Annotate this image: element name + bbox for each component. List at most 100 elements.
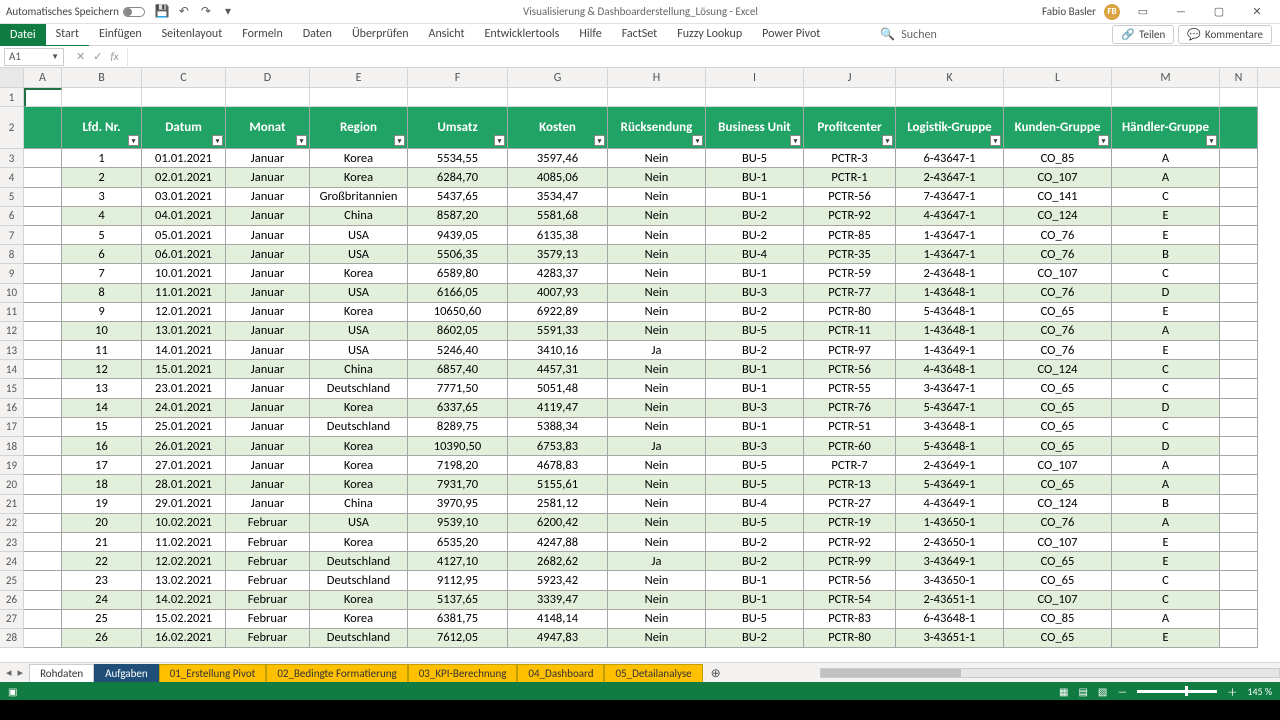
cell[interactable] bbox=[1220, 264, 1258, 283]
cancel-fx-icon[interactable]: ✕ bbox=[76, 50, 85, 63]
data-cell[interactable]: 5-43648-1 bbox=[896, 303, 1004, 322]
data-cell[interactable]: CO_76 bbox=[1004, 341, 1112, 360]
data-cell[interactable]: PCTR-54 bbox=[804, 591, 896, 610]
data-cell[interactable]: CO_107 bbox=[1004, 456, 1112, 475]
data-cell[interactable]: Korea bbox=[310, 437, 408, 456]
tab-hilfe[interactable]: Hilfe bbox=[569, 23, 611, 47]
data-cell[interactable]: 3-43651-1 bbox=[896, 629, 1004, 648]
data-cell[interactable]: BU-1 bbox=[706, 188, 804, 207]
data-cell[interactable]: C bbox=[1112, 591, 1220, 610]
cell[interactable] bbox=[62, 88, 142, 107]
cell[interactable] bbox=[24, 475, 62, 494]
row-header[interactable]: 23 bbox=[0, 533, 24, 552]
data-cell[interactable]: PCTR-7 bbox=[804, 456, 896, 475]
macro-record-icon[interactable]: ▣ bbox=[8, 685, 17, 698]
data-cell[interactable]: Januar bbox=[226, 322, 310, 341]
data-cell[interactable]: 14.02.2021 bbox=[142, 591, 226, 610]
data-cell[interactable]: CO_107 bbox=[1004, 533, 1112, 552]
tab-power pivot[interactable]: Power Pivot bbox=[752, 23, 830, 47]
data-cell[interactable]: 3 bbox=[62, 188, 142, 207]
col-header-G[interactable]: G bbox=[508, 68, 608, 87]
data-cell[interactable]: 15.02.2021 bbox=[142, 610, 226, 629]
view-pagebreak-icon[interactable]: ▧ bbox=[1098, 685, 1107, 698]
row-header[interactable]: 4 bbox=[0, 168, 24, 187]
data-cell[interactable]: PCTR-85 bbox=[804, 226, 896, 245]
cell[interactable] bbox=[1220, 188, 1258, 207]
data-cell[interactable]: 6535,20 bbox=[408, 533, 508, 552]
data-cell[interactable]: BU-2 bbox=[706, 303, 804, 322]
data-cell[interactable]: Nein bbox=[608, 188, 706, 207]
data-cell[interactable]: 5-43648-1 bbox=[896, 437, 1004, 456]
cell[interactable] bbox=[508, 88, 608, 107]
data-cell[interactable]: 7 bbox=[62, 264, 142, 283]
col-header-L[interactable]: L bbox=[1004, 68, 1112, 87]
cell[interactable] bbox=[24, 322, 62, 341]
cell[interactable] bbox=[1220, 495, 1258, 514]
data-cell[interactable]: 23.01.2021 bbox=[142, 379, 226, 398]
data-cell[interactable]: 4-43649-1 bbox=[896, 495, 1004, 514]
cell[interactable] bbox=[24, 495, 62, 514]
data-cell[interactable]: CO_107 bbox=[1004, 168, 1112, 187]
data-cell[interactable]: E bbox=[1112, 341, 1220, 360]
row-header[interactable]: 19 bbox=[0, 456, 24, 475]
data-cell[interactable]: Nein bbox=[608, 418, 706, 437]
cell[interactable] bbox=[24, 284, 62, 303]
data-cell[interactable]: D bbox=[1112, 437, 1220, 456]
data-cell[interactable]: Korea bbox=[310, 533, 408, 552]
data-cell[interactable]: A bbox=[1112, 610, 1220, 629]
data-cell[interactable]: 16 bbox=[62, 437, 142, 456]
data-cell[interactable]: Nein bbox=[608, 264, 706, 283]
cell[interactable] bbox=[24, 264, 62, 283]
data-cell[interactable]: PCTR-19 bbox=[804, 514, 896, 533]
data-cell[interactable]: Januar bbox=[226, 437, 310, 456]
data-cell[interactable]: PCTR-97 bbox=[804, 341, 896, 360]
data-cell[interactable]: PCTR-13 bbox=[804, 475, 896, 494]
data-cell[interactable]: 4247,88 bbox=[508, 533, 608, 552]
data-cell[interactable]: 5-43647-1 bbox=[896, 399, 1004, 418]
row-header[interactable]: 2 bbox=[0, 107, 24, 149]
data-cell[interactable]: 3597,46 bbox=[508, 149, 608, 168]
data-cell[interactable]: 24 bbox=[62, 591, 142, 610]
data-cell[interactable]: 26.01.2021 bbox=[142, 437, 226, 456]
data-cell[interactable]: 01.01.2021 bbox=[142, 149, 226, 168]
data-cell[interactable]: 5506,35 bbox=[408, 245, 508, 264]
cell[interactable] bbox=[24, 379, 62, 398]
data-cell[interactable]: 18 bbox=[62, 475, 142, 494]
col-header-D[interactable]: D bbox=[226, 68, 310, 87]
cell[interactable] bbox=[1220, 379, 1258, 398]
data-cell[interactable]: BU-5 bbox=[706, 149, 804, 168]
data-cell[interactable]: 7931,70 bbox=[408, 475, 508, 494]
data-cell[interactable]: Januar bbox=[226, 188, 310, 207]
tab-entwicklertools[interactable]: Entwicklertools bbox=[475, 23, 570, 47]
cell[interactable] bbox=[24, 107, 62, 149]
data-cell[interactable]: 5534,55 bbox=[408, 149, 508, 168]
cell[interactable] bbox=[1220, 245, 1258, 264]
data-cell[interactable]: Ja bbox=[608, 341, 706, 360]
cell-A1[interactable] bbox=[24, 88, 62, 107]
data-cell[interactable]: 1 bbox=[62, 149, 142, 168]
row-header[interactable]: 1 bbox=[0, 88, 24, 107]
data-cell[interactable]: C bbox=[1112, 379, 1220, 398]
data-cell[interactable]: BU-2 bbox=[706, 552, 804, 571]
data-cell[interactable]: Januar bbox=[226, 379, 310, 398]
data-cell[interactable]: 4-43647-1 bbox=[896, 207, 1004, 226]
data-cell[interactable]: BU-4 bbox=[706, 245, 804, 264]
data-cell[interactable]: BU-2 bbox=[706, 207, 804, 226]
new-sheet-button[interactable]: ⊕ bbox=[703, 664, 729, 682]
data-cell[interactable]: USA bbox=[310, 341, 408, 360]
data-cell[interactable]: 8289,75 bbox=[408, 418, 508, 437]
data-cell[interactable]: PCTR-55 bbox=[804, 379, 896, 398]
data-cell[interactable]: 15.01.2021 bbox=[142, 360, 226, 379]
cell[interactable] bbox=[408, 88, 508, 107]
filter-button[interactable]: ▾ bbox=[790, 135, 801, 146]
data-cell[interactable]: 5137,65 bbox=[408, 591, 508, 610]
data-cell[interactable]: Deutschland bbox=[310, 379, 408, 398]
data-cell[interactable]: Januar bbox=[226, 149, 310, 168]
data-cell[interactable]: Nein bbox=[608, 207, 706, 226]
cell[interactable] bbox=[1220, 629, 1258, 648]
data-cell[interactable]: 29.01.2021 bbox=[142, 495, 226, 514]
data-cell[interactable]: BU-3 bbox=[706, 284, 804, 303]
data-cell[interactable]: 04.01.2021 bbox=[142, 207, 226, 226]
data-cell[interactable]: 8587,20 bbox=[408, 207, 508, 226]
data-cell[interactable]: 14.01.2021 bbox=[142, 341, 226, 360]
